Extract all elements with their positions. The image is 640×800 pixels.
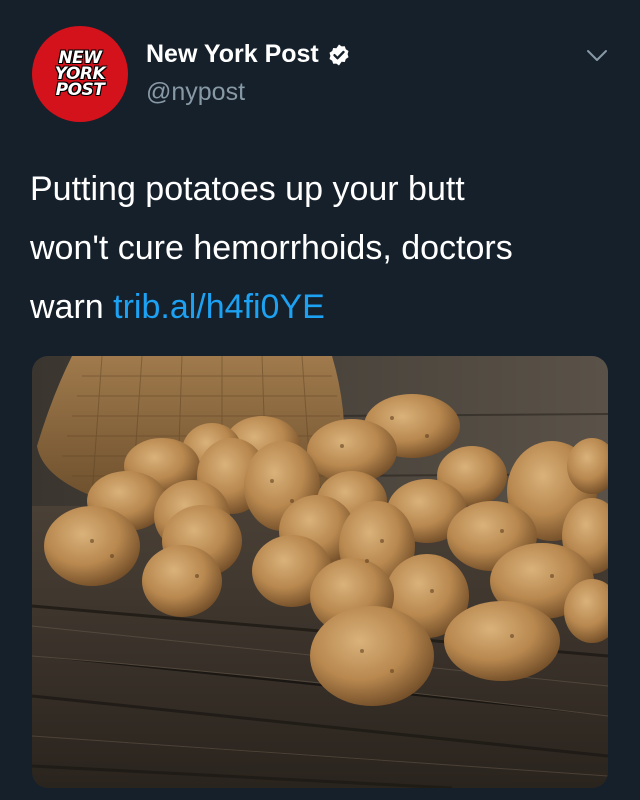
chevron-down-icon[interactable]: [585, 48, 609, 64]
handle[interactable]: @nypost: [146, 78, 245, 107]
verified-badge-icon: [329, 44, 349, 65]
name-row: New York Post: [146, 40, 351, 69]
tweet-media-photo[interactable]: [32, 356, 608, 788]
tweet-text: Putting potatoes up your butt won't cure…: [30, 160, 620, 337]
tweet-link[interactable]: trib.al/h4fi0YE: [113, 288, 325, 326]
nypost-logo: NEW YORK POST: [54, 48, 106, 100]
tweet-card: NEW YORK POST New York Post @nypost Putt…: [0, 0, 640, 800]
potatoes-photo-icon: [32, 356, 608, 788]
avatar[interactable]: NEW YORK POST: [32, 26, 128, 122]
tweet-text-line: Putting potatoes up your butt: [30, 170, 465, 208]
tweet-text-line: won't cure hemorrhoids, doctors: [30, 229, 513, 267]
tweet-text-line: warn trib.al/h4fi0YE: [30, 288, 325, 326]
display-name[interactable]: New York Post: [146, 40, 319, 69]
